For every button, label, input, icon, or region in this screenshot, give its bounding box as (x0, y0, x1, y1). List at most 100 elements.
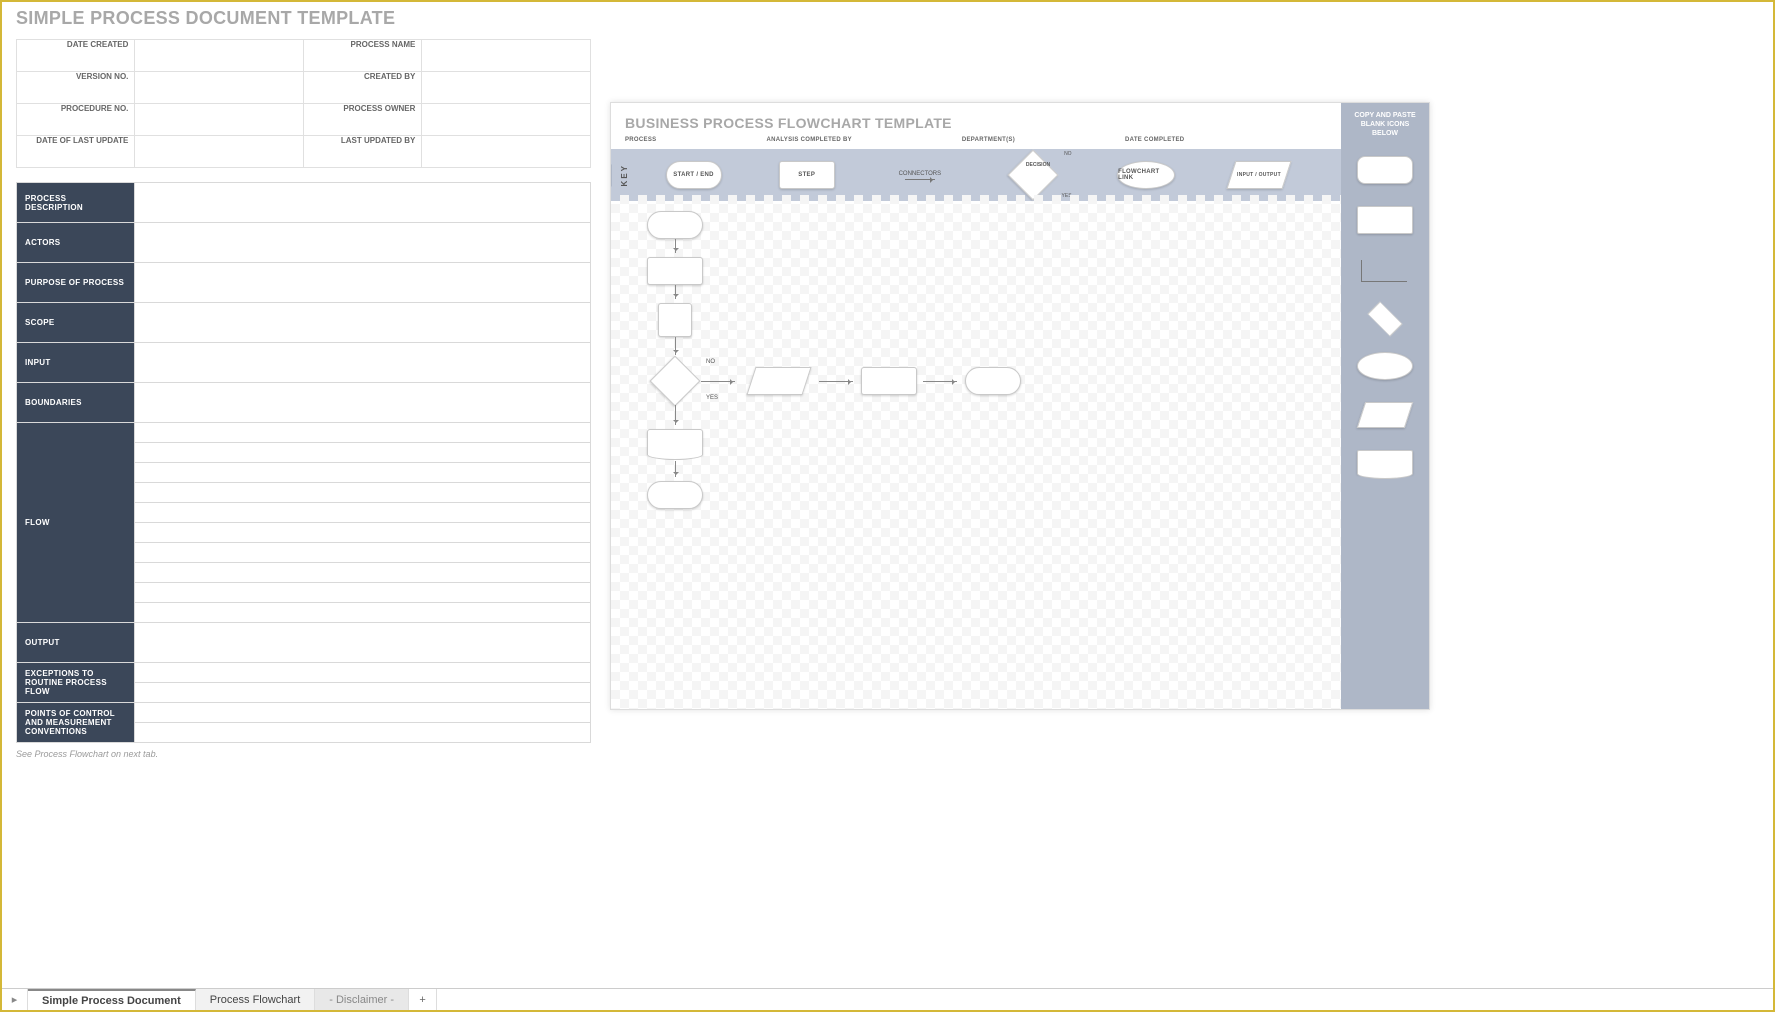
arrow-icon (905, 179, 935, 180)
tab-simple-process[interactable]: Simple Process Document (28, 989, 196, 1010)
section-cell[interactable] (135, 263, 591, 303)
footnote: See Process Flowchart on next tab. (16, 749, 591, 759)
palette-step[interactable] (1357, 206, 1413, 234)
section-cell[interactable] (135, 443, 591, 463)
canvas-arrow (675, 405, 676, 425)
fc-header: ANALYSIS COMPLETED BY (766, 137, 851, 143)
canvas-arrow (675, 337, 676, 355)
section-cell[interactable] (135, 723, 591, 743)
section-cell[interactable] (135, 623, 591, 663)
meta-label: LAST UPDATED BY (303, 136, 421, 168)
meta-value[interactable] (135, 72, 304, 104)
palette-decision[interactable] (1355, 308, 1415, 330)
section-label: SCOPE (17, 303, 135, 343)
canvas-step-large[interactable] (658, 303, 692, 337)
canvas-end[interactable] (647, 481, 703, 509)
section-cell[interactable] (135, 683, 591, 703)
section-label: POINTS OF CONTROL AND MEASUREMENT CONVEN… (17, 703, 135, 743)
meta-value[interactable] (422, 104, 591, 136)
section-label: PROCESS DESCRIPTION (17, 183, 135, 223)
palette-io[interactable] (1357, 402, 1413, 428)
section-cell[interactable] (135, 543, 591, 563)
canvas-document[interactable] (647, 429, 703, 455)
add-sheet-button[interactable]: + (409, 989, 437, 1010)
canvas-io[interactable] (746, 367, 811, 395)
section-cell[interactable] (135, 563, 591, 583)
fc-header: PROCESS (625, 137, 656, 143)
canvas-end[interactable] (965, 367, 1021, 395)
section-label: FLOW (17, 423, 135, 623)
process-document-panel: SIMPLE PROCESS DOCUMENT TEMPLATE DATE CR… (16, 8, 591, 759)
canvas-arrow (923, 381, 957, 382)
canvas-no: NO (706, 359, 715, 365)
canvas-yes: YES (706, 395, 718, 401)
sheet-tab-bar: ▸ Simple Process Document Process Flowch… (2, 988, 1773, 1010)
flowchart-canvas[interactable]: NO YES (611, 195, 1341, 709)
section-cell[interactable] (135, 483, 591, 503)
section-label: ACTORS (17, 223, 135, 263)
section-label: OUTPUT (17, 623, 135, 663)
palette-start-end[interactable] (1357, 156, 1413, 184)
section-cell[interactable] (135, 223, 591, 263)
canvas-arrow (675, 285, 676, 299)
fc-header: DATE COMPLETED (1125, 137, 1184, 143)
meta-value[interactable] (422, 72, 591, 104)
meta-label: CREATED BY (303, 72, 421, 104)
section-cell[interactable] (135, 183, 591, 223)
meta-value[interactable] (422, 40, 591, 72)
meta-label: DATE CREATED (17, 40, 135, 72)
section-cell[interactable] (135, 463, 591, 483)
section-label: PURPOSE OF PROCESS (17, 263, 135, 303)
meta-value[interactable] (135, 104, 304, 136)
tab-disclaimer[interactable]: - Disclaimer - (315, 989, 409, 1010)
section-cell[interactable] (135, 583, 591, 603)
step-shape: STEP (779, 161, 835, 189)
key-label: KEY (611, 164, 637, 186)
section-cell[interactable] (135, 423, 591, 443)
decision-shape: DECISION (1008, 150, 1059, 201)
section-table: PROCESS DESCRIPTION ACTORS PURPOSE OF PR… (16, 182, 591, 743)
canvas-start[interactable] (647, 211, 703, 239)
tab-nav-prev[interactable]: ▸ (2, 989, 28, 1010)
canvas-arrow (701, 381, 735, 382)
flowchart-headers: PROCESS ANALYSIS COMPLETED BY DEPARTMENT… (611, 137, 1429, 149)
section-cell[interactable] (135, 703, 591, 723)
meta-label: DATE OF LAST UPDATE (17, 136, 135, 168)
meta-label: PROCESS NAME (303, 40, 421, 72)
meta-label: PROCESS OWNER (303, 104, 421, 136)
section-cell[interactable] (135, 303, 591, 343)
palette-flow-link[interactable] (1357, 352, 1413, 380)
flowchart-panel: BUSINESS PROCESS FLOWCHART TEMPLATE PROC… (610, 102, 1430, 710)
start-end-shape: START / END (666, 161, 722, 189)
doc-title: SIMPLE PROCESS DOCUMENT TEMPLATE (16, 8, 591, 29)
section-cell[interactable] (135, 503, 591, 523)
tab-process-flowchart[interactable]: Process Flowchart (196, 989, 315, 1010)
canvas-arrow (819, 381, 853, 382)
decision-no: NO (1064, 151, 1072, 157)
section-cell[interactable] (135, 523, 591, 543)
section-cell[interactable] (135, 663, 591, 683)
key-bar: KEY START / END STEP CONNECTORS NO DECIS… (611, 149, 1429, 201)
section-cell[interactable] (135, 603, 591, 623)
io-shape: INPUT / OUTPUT (1227, 161, 1292, 189)
canvas-decision[interactable] (650, 356, 701, 407)
flowchart-title: BUSINESS PROCESS FLOWCHART TEMPLATE (611, 103, 1429, 137)
palette-header: COPY AND PASTE BLANK ICONS BELOW (1341, 103, 1429, 146)
meta-value[interactable] (135, 40, 304, 72)
canvas-arrow (675, 461, 676, 477)
meta-label: VERSION NO. (17, 72, 135, 104)
section-cell[interactable] (135, 343, 591, 383)
flow-link-shape: FLOWCHART LINK (1117, 161, 1175, 189)
canvas-arrow (675, 239, 676, 253)
palette-connector[interactable] (1357, 256, 1413, 286)
canvas-step[interactable] (861, 367, 917, 395)
meta-label: PROCEDURE NO. (17, 104, 135, 136)
meta-value[interactable] (422, 136, 591, 168)
section-label: INPUT (17, 343, 135, 383)
shape-palette: COPY AND PASTE BLANK ICONS BELOW (1341, 103, 1429, 709)
section-cell[interactable] (135, 383, 591, 423)
section-label: BOUNDARIES (17, 383, 135, 423)
palette-document[interactable] (1357, 450, 1413, 474)
canvas-step[interactable] (647, 257, 703, 285)
meta-value[interactable] (135, 136, 304, 168)
